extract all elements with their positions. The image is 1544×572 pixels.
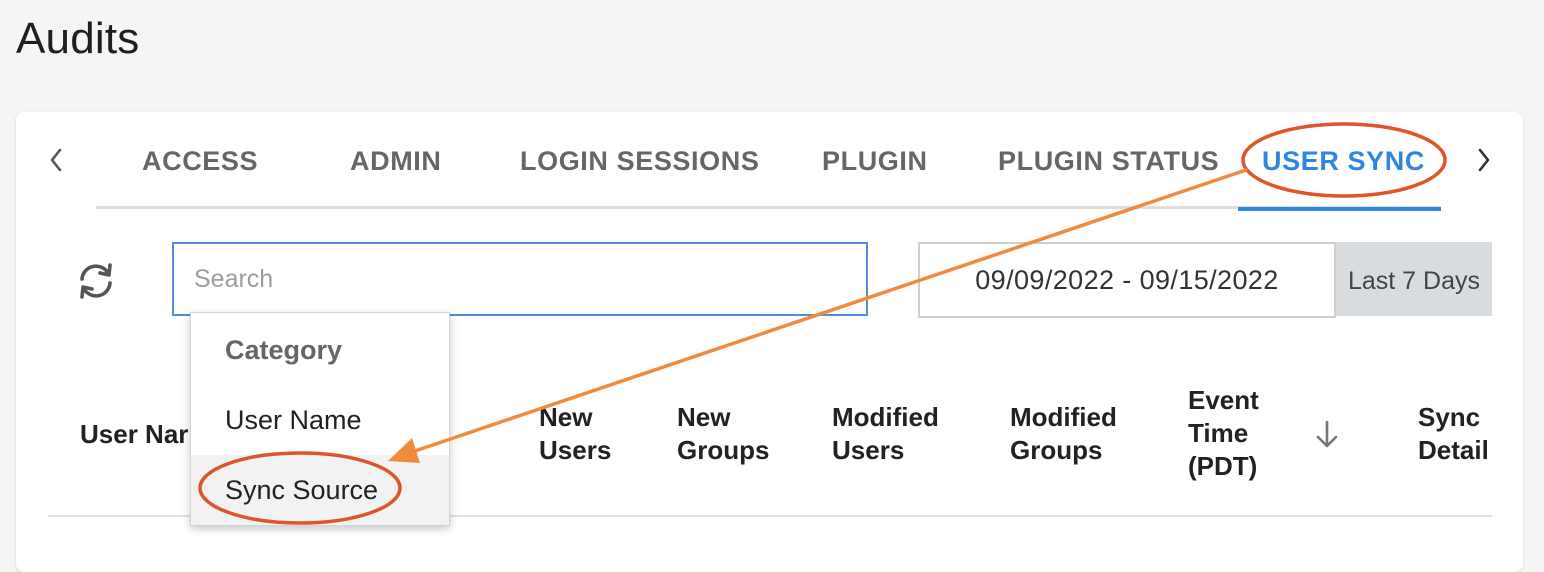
column-header-label: User Nar bbox=[80, 419, 189, 449]
column-header-new-groups[interactable]: New Groups bbox=[677, 401, 769, 467]
tab-login-sessions[interactable]: LOGIN SESSIONS bbox=[520, 140, 759, 182]
dropdown-option-sync-source[interactable]: Sync Source bbox=[191, 455, 449, 525]
dropdown-option-user-name[interactable]: User Name bbox=[191, 385, 449, 455]
tab-plugin-status[interactable]: PLUGIN STATUS bbox=[998, 140, 1219, 182]
column-header-label: Users bbox=[539, 435, 612, 465]
refresh-icon bbox=[80, 263, 112, 299]
dropdown-header: Category bbox=[225, 335, 343, 365]
column-header-label: Modified bbox=[832, 402, 939, 432]
column-header-label: Detail bbox=[1418, 435, 1489, 465]
column-header-label: New bbox=[677, 402, 731, 432]
tab-admin[interactable]: ADMIN bbox=[350, 140, 442, 182]
column-header-sync-detail[interactable]: Sync Detail bbox=[1418, 401, 1489, 467]
date-range-picker[interactable]: 09/09/2022 - 09/15/2022 bbox=[918, 242, 1336, 318]
tabs-scroll-right-button[interactable] bbox=[1474, 142, 1494, 178]
tab-user-sync[interactable]: USER SYNC bbox=[1262, 140, 1425, 182]
column-header-label: Sync bbox=[1418, 402, 1481, 432]
column-header-label: Groups bbox=[1010, 435, 1103, 465]
column-header-event-time[interactable]: Event Time (PDT) bbox=[1188, 384, 1259, 483]
chevron-right-icon bbox=[1478, 148, 1490, 172]
column-header-label: Groups bbox=[677, 435, 770, 465]
active-tab-indicator bbox=[1238, 207, 1441, 211]
column-header-label: Users bbox=[832, 435, 905, 465]
arrow-down-icon[interactable] bbox=[1313, 418, 1341, 452]
refresh-button[interactable] bbox=[72, 258, 120, 304]
search-category-dropdown: Category User Name Sync Source bbox=[190, 312, 450, 526]
date-preset-button[interactable]: Last 7 Days bbox=[1336, 242, 1492, 316]
column-header-modified-groups[interactable]: Modified Groups bbox=[1010, 401, 1117, 467]
column-header-label: Modified bbox=[1010, 402, 1117, 432]
search-input[interactable] bbox=[172, 242, 868, 316]
page-title: Audits bbox=[16, 14, 140, 63]
column-header-user-name[interactable]: User Nar bbox=[80, 418, 188, 451]
column-header-modified-users[interactable]: Modified Users bbox=[832, 401, 939, 467]
tab-plugin[interactable]: PLUGIN bbox=[822, 140, 928, 182]
column-header-label: New bbox=[539, 402, 593, 432]
tabs-scroll-left-button[interactable] bbox=[46, 142, 66, 178]
chevron-left-icon bbox=[50, 148, 62, 172]
column-header-label: Time bbox=[1188, 418, 1249, 448]
tab-access[interactable]: ACCESS bbox=[142, 140, 258, 182]
column-header-label: Event bbox=[1188, 385, 1259, 415]
column-header-label: (PDT) bbox=[1188, 451, 1258, 481]
column-header-new-users[interactable]: New Users bbox=[539, 401, 611, 467]
